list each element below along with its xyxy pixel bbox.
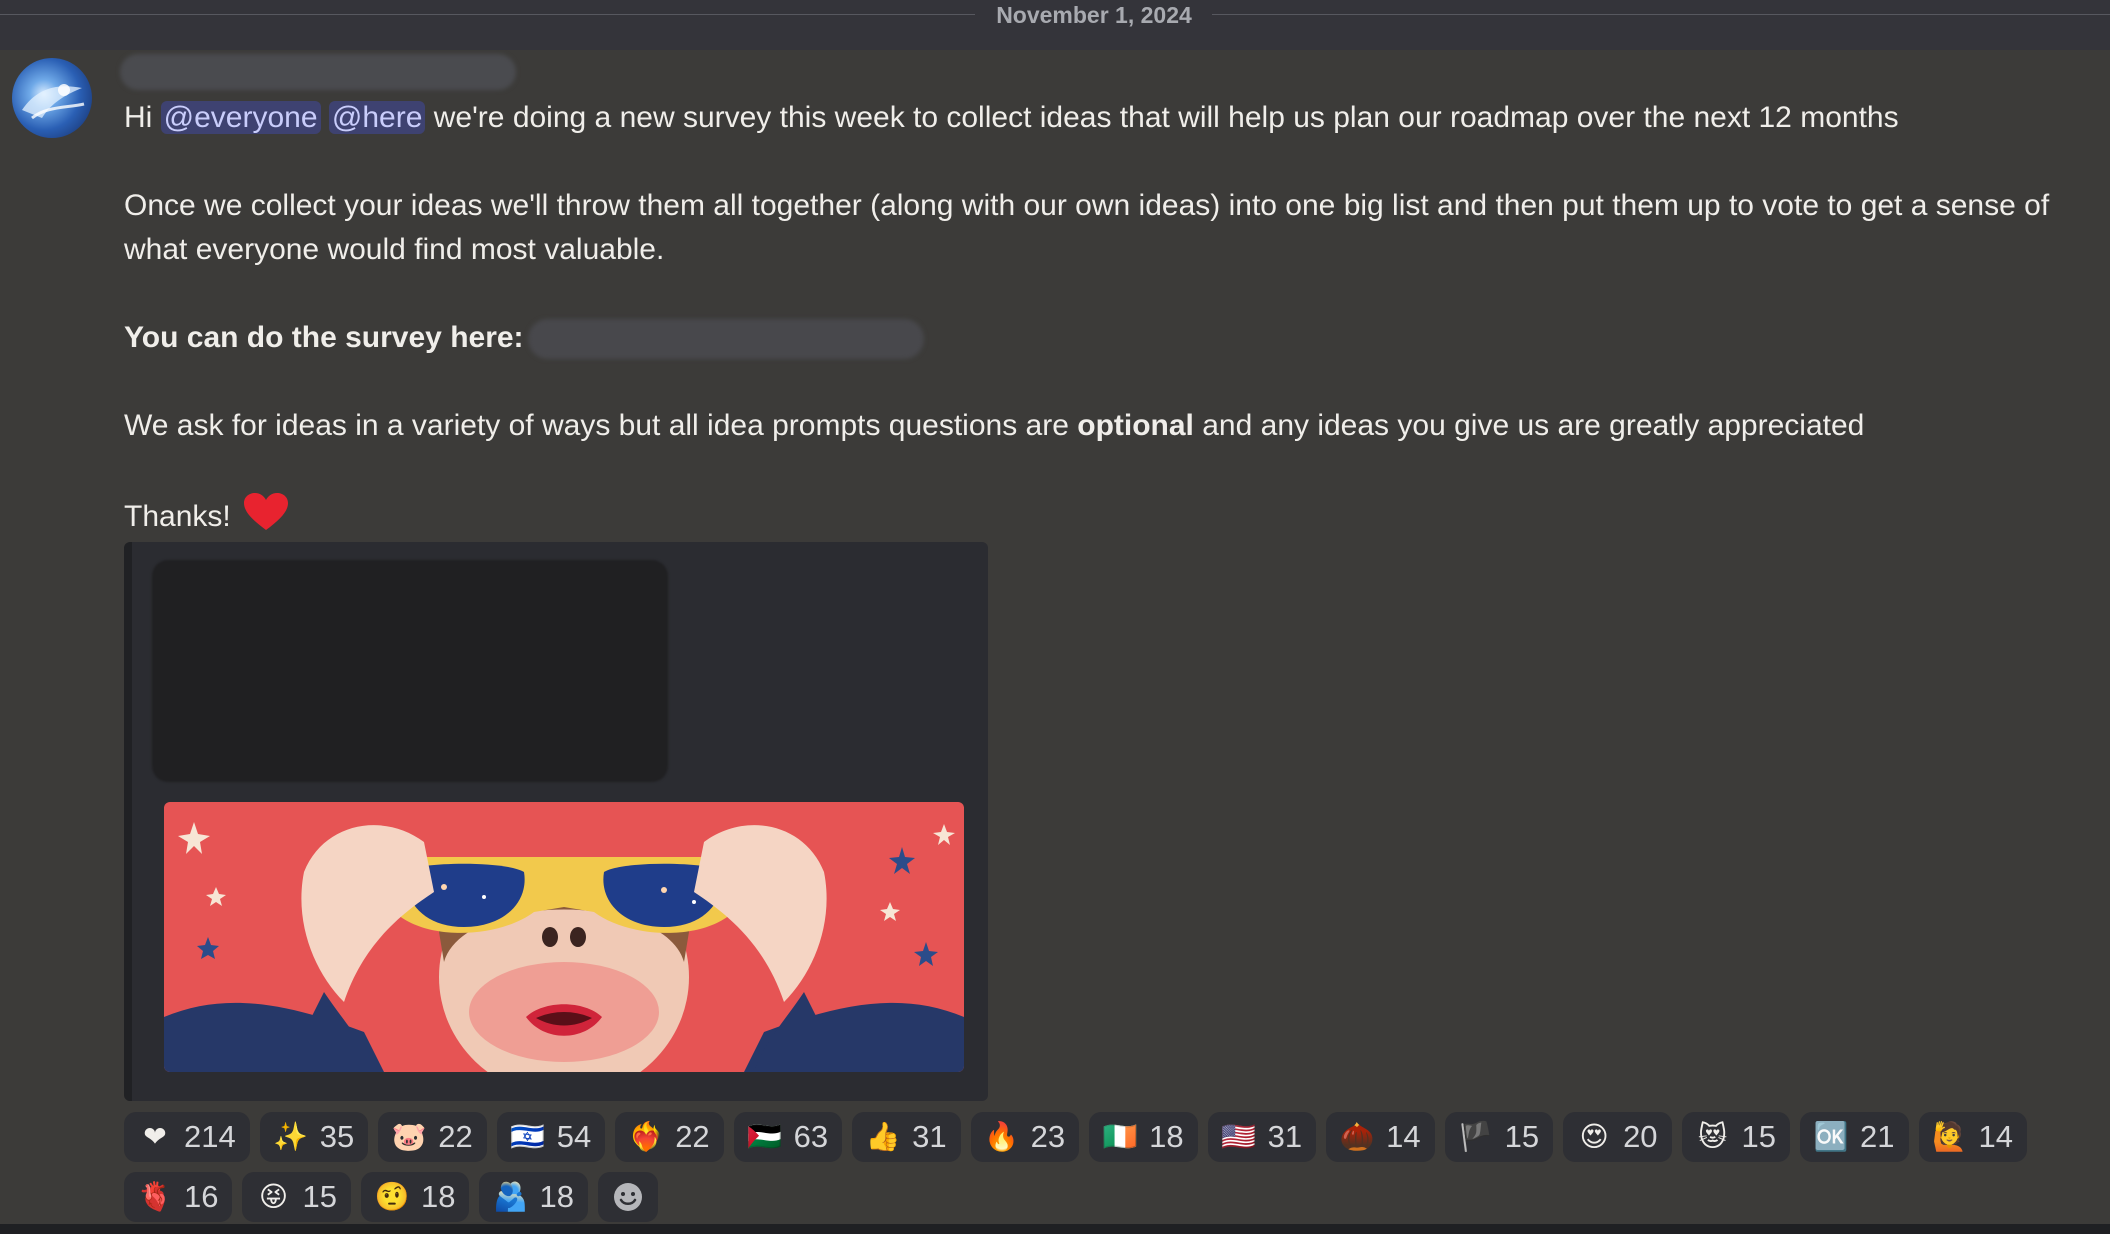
reaction-face-with-raised-eyebrow[interactable]: 🤨 18 [360,1172,470,1222]
red-heart-icon: ❤ [143,1121,167,1152]
fire-icon: 🔥 [984,1121,1020,1152]
message-survey-line: You can do the survey here: [124,316,2099,360]
israel-flag-icon: 🇮🇱 [510,1121,546,1152]
reactions-bar: ❤ 214 ✨ 35 🐷 22 🇮🇱 54 ❤‍🔥 22 🇵🇸 63 👍 31 🔥 23 🇮🇪 18 🇺🇸 31 🌰 14… [124,1112,2100,1232]
reaction-wales-flag[interactable]: 🏴 15 [1444,1112,1554,1162]
reaction-ireland-flag[interactable]: 🇮🇪 18 [1089,1112,1198,1162]
optional-bold-text: optional [1077,409,1194,442]
heart-eyes-cat-icon: 😻 [1697,1121,1728,1152]
person-raising-hand-icon: 🙋 [1932,1121,1967,1152]
reaction-person-raising-hand[interactable]: 🙋 14 [1918,1112,2027,1162]
thanks-text: Thanks! [124,500,231,533]
reaction-count: 22 [675,1119,710,1154]
message-thanks-line: Thanks! [124,492,2099,545]
custom-face-icon: 😝 [258,1181,289,1212]
pig-face-icon: 🐷 [391,1121,427,1152]
wales-flag-icon: 🏴 [1458,1121,1494,1152]
embed-illustration [164,802,964,1072]
heart-eyes-icon: 😍 [1579,1121,1609,1152]
add-reaction-button[interactable] [597,1172,658,1222]
message-content: Hi @everyone @here we're doing a new sur… [124,96,2099,589]
reaction-count: 14 [1386,1119,1421,1154]
line1-text: we're doing a new survey this week to co… [425,101,1899,134]
mention-everyone[interactable]: @everyone [160,101,321,134]
reaction-count: 54 [556,1119,592,1154]
reaction-palestine-flag[interactable]: 🇵🇸 63 [733,1112,843,1162]
survey-link-redacted[interactable] [527,319,924,360]
reaction-count: 16 [184,1179,219,1214]
reaction-count: 20 [1623,1119,1658,1154]
thumbs-up-icon: 👍 [865,1121,901,1152]
anatomical-heart-icon: 🫀 [137,1181,173,1212]
divider-line-left [0,14,975,15]
divider-line-right [1212,14,2110,15]
reaction-heart-eyes-cat[interactable]: 😻 15 [1681,1112,1791,1162]
reaction-count: 22 [438,1119,473,1154]
reaction-count: 15 [1741,1119,1777,1154]
reaction-count: 214 [184,1119,236,1154]
add-reaction-icon [613,1183,642,1211]
red-heart-icon [243,492,289,545]
sparkles-icon: ✨ [273,1121,309,1152]
date-divider: November 1, 2024 [0,0,2110,30]
heart-on-fire-icon: ❤‍🔥 [628,1121,664,1152]
people-hugging-icon: 🫂 [493,1181,528,1212]
reaction-custom-emoji[interactable]: 🌰 14 [1326,1112,1435,1162]
reaction-thumbs-up[interactable]: 👍 31 [852,1112,961,1162]
survey-label: You can do the survey here: [124,321,524,354]
mention-here[interactable]: @here [328,101,426,134]
reaction-ok-button[interactable]: 🆗 21 [1800,1112,1909,1162]
message-line-1: Hi @everyone @here we're doing a new sur… [124,96,2099,140]
avatar-image [22,84,85,120]
reaction-people-hugging[interactable]: 🫂 18 [479,1172,588,1222]
custom-emoji-icon: 🌰 [1339,1121,1375,1152]
face-with-raised-eyebrow-icon: 🤨 [374,1181,410,1212]
reaction-count: 63 [793,1119,829,1154]
reaction-custom-face[interactable]: 😝 15 [242,1172,351,1222]
para4-text-start: We ask for ideas in a variety of ways bu… [124,409,1078,442]
reaction-count: 18 [420,1179,456,1214]
reaction-anatomical-heart[interactable]: 🫀 16 [124,1172,233,1222]
reaction-red-heart[interactable]: ❤ 214 [124,1112,250,1162]
reaction-pig-face[interactable]: 🐷 22 [378,1112,487,1162]
reaction-count: 21 [1860,1119,1895,1154]
palestine-flag-icon: 🇵🇸 [747,1121,783,1152]
reaction-count: 35 [319,1119,355,1154]
reaction-heart-on-fire[interactable]: ❤‍🔥 22 [615,1112,724,1162]
reaction-israel-flag[interactable]: 🇮🇱 54 [496,1112,606,1162]
reaction-count: 18 [1149,1119,1184,1154]
ireland-flag-icon: 🇮🇪 [1102,1121,1138,1152]
reaction-sparkles[interactable]: ✨ 35 [259,1112,369,1162]
reaction-heart-eyes[interactable]: 😍 20 [1563,1112,1672,1162]
link-embed[interactable] [124,542,988,1101]
greeting-text: Hi [124,101,161,134]
embed-image[interactable] [164,802,964,1072]
reaction-count: 31 [1267,1119,1303,1154]
embed-thumbnail-redacted [152,560,668,782]
reaction-count: 14 [1978,1119,2013,1154]
us-flag-icon: 🇺🇸 [1221,1121,1257,1152]
reaction-us-flag[interactable]: 🇺🇸 31 [1207,1112,1317,1162]
reaction-count: 18 [539,1179,574,1214]
reaction-row: ❤ 214 ✨ 35 🐷 22 🇮🇱 54 ❤‍🔥 22 🇵🇸 63 👍 31 🔥 23 🇮🇪 18 🇺🇸 31 🌰 14… [124,1112,2100,1162]
ok-button-icon: 🆗 [1813,1121,1849,1152]
date-divider-text: November 1, 2024 [996,2,1192,28]
reaction-count: 23 [1030,1119,1066,1154]
para4-text-end: and any ideas you give us are greatly ap… [1193,409,1865,442]
reaction-row: 🫀 16 😝 15 🤨 18 🫂 18 [124,1172,2100,1222]
avatar[interactable] [12,58,92,138]
message-paragraph-2: Once we collect your ideas we'll throw t… [124,189,2050,266]
username-redacted[interactable] [120,54,516,90]
reaction-count: 31 [912,1119,947,1154]
reaction-count: 15 [1504,1119,1540,1154]
reaction-fire[interactable]: 🔥 23 [970,1112,1080,1162]
message-paragraph-4: We ask for ideas in a variety of ways bu… [124,404,2099,448]
bottom-edge [0,1224,2110,1234]
reaction-count: 15 [302,1179,337,1214]
